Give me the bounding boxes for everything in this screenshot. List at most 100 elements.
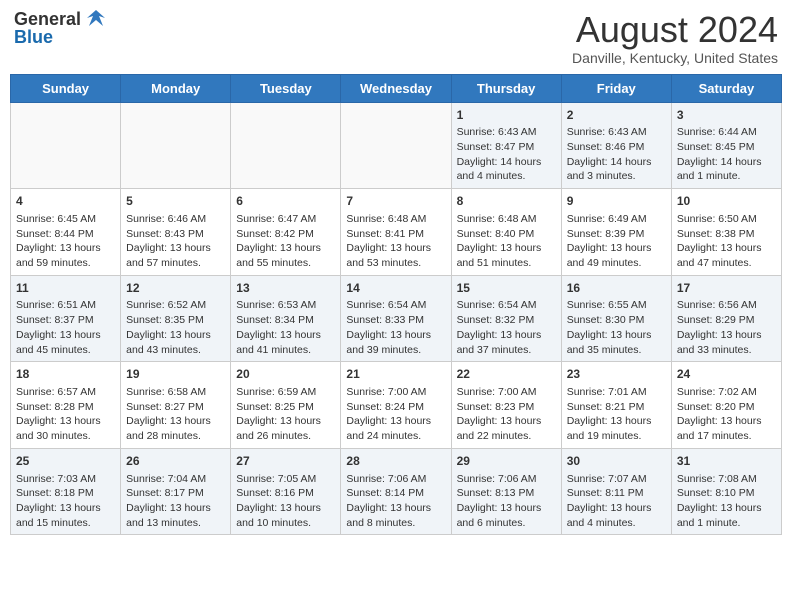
calendar-cell: 25Sunrise: 7:03 AMSunset: 8:18 PMDayligh… xyxy=(11,448,121,535)
calendar-cell: 1Sunrise: 6:43 AMSunset: 8:47 PMDaylight… xyxy=(451,102,561,189)
calendar-cell: 4 Sunrise: 6:45 AMSunset: 8:44 PMDaylight… xyxy=(11,189,121,276)
day-number: 21 xyxy=(346,366,445,383)
day-info: Sunset: 8:25 PM xyxy=(236,400,335,415)
day-info: Sunset: 8:39 PM xyxy=(567,227,666,242)
calendar-cell: 9Sunrise: 6:49 AMSunset: 8:39 PMDaylight… xyxy=(561,189,671,276)
day-number: 4 xyxy=(16,193,115,210)
day-info: Sunrise: 6:44 AM xyxy=(677,125,776,140)
day-number: 7 xyxy=(346,193,445,210)
day-info: Sunrise: 6:47 AM xyxy=(236,212,335,227)
day-info: Sunrise: 6:49 AM xyxy=(567,212,666,227)
day-info: Sunset: 8:10 PM xyxy=(677,486,776,501)
day-info: Sunset: 8:17 PM xyxy=(126,486,225,501)
calendar-cell: 7Sunrise: 6:48 AMSunset: 8:41 PMDaylight… xyxy=(341,189,451,276)
logo-bird-icon xyxy=(85,8,107,30)
day-info: Sunset: 8:21 PM xyxy=(567,400,666,415)
day-info: Sunset: 8:23 PM xyxy=(457,400,556,415)
day-info: Daylight: 13 hours and 43 minutes. xyxy=(126,328,225,357)
day-info: Sunrise: 7:01 AM xyxy=(567,385,666,400)
day-info: Daylight: 13 hours and 30 minutes. xyxy=(16,414,115,443)
day-number: 1 xyxy=(457,107,556,124)
day-number: 12 xyxy=(126,280,225,297)
day-info: Daylight: 13 hours and 53 minutes. xyxy=(346,241,445,270)
calendar-cell: 12Sunrise: 6:52 AMSunset: 8:35 PMDayligh… xyxy=(121,275,231,362)
day-number: 31 xyxy=(677,453,776,470)
day-info: Sunrise: 6:56 AM xyxy=(677,298,776,313)
day-info: Daylight: 13 hours and 10 minutes. xyxy=(236,501,335,530)
day-number: 28 xyxy=(346,453,445,470)
day-info: Daylight: 13 hours and 24 minutes. xyxy=(346,414,445,443)
calendar-cell: 11Sunrise: 6:51 AMSunset: 8:37 PMDayligh… xyxy=(11,275,121,362)
calendar-cell: 24Sunrise: 7:02 AMSunset: 8:20 PMDayligh… xyxy=(671,362,781,449)
day-number: 20 xyxy=(236,366,335,383)
calendar-cell: 10Sunrise: 6:50 AMSunset: 8:38 PMDayligh… xyxy=(671,189,781,276)
calendar-cell: 31Sunrise: 7:08 AMSunset: 8:10 PMDayligh… xyxy=(671,448,781,535)
day-info: Sunset: 8:44 PM xyxy=(16,227,115,242)
day-info: Daylight: 13 hours and 6 minutes. xyxy=(457,501,556,530)
day-number: 17 xyxy=(677,280,776,297)
calendar-cell: 8Sunrise: 6:48 AMSunset: 8:40 PMDaylight… xyxy=(451,189,561,276)
day-info: Sunset: 8:45 PM xyxy=(677,140,776,155)
day-info: Daylight: 13 hours and 37 minutes. xyxy=(457,328,556,357)
day-info: Daylight: 13 hours and 41 minutes. xyxy=(236,328,335,357)
day-number: 23 xyxy=(567,366,666,383)
calendar-header-row: SundayMondayTuesdayWednesdayThursdayFrid… xyxy=(11,74,782,102)
calendar-cell: 5Sunrise: 6:46 AMSunset: 8:43 PMDaylight… xyxy=(121,189,231,276)
day-info: Sunrise: 6:53 AM xyxy=(236,298,335,313)
calendar-cell: 16Sunrise: 6:55 AMSunset: 8:30 PMDayligh… xyxy=(561,275,671,362)
calendar-cell: 14Sunrise: 6:54 AMSunset: 8:33 PMDayligh… xyxy=(341,275,451,362)
day-info: Sunrise: 7:07 AM xyxy=(567,472,666,487)
weekday-header-friday: Friday xyxy=(561,74,671,102)
day-info: Sunset: 8:20 PM xyxy=(677,400,776,415)
day-info: Daylight: 13 hours and 49 minutes. xyxy=(567,241,666,270)
day-info: Sunrise: 7:03 AM xyxy=(16,472,115,487)
day-info: Sunrise: 7:06 AM xyxy=(457,472,556,487)
day-info: Daylight: 13 hours and 26 minutes. xyxy=(236,414,335,443)
day-number: 16 xyxy=(567,280,666,297)
day-info: Sunrise: 7:04 AM xyxy=(126,472,225,487)
day-info: Sunset: 8:38 PM xyxy=(677,227,776,242)
calendar-cell: 23Sunrise: 7:01 AMSunset: 8:21 PMDayligh… xyxy=(561,362,671,449)
day-info: Sunset: 8:35 PM xyxy=(126,313,225,328)
page-subtitle: Danville, Kentucky, United States xyxy=(572,50,778,66)
day-info: Sunset: 8:41 PM xyxy=(346,227,445,242)
day-info: Sunset: 8:30 PM xyxy=(567,313,666,328)
calendar-cell: 3Sunrise: 6:44 AMSunset: 8:45 PMDaylight… xyxy=(671,102,781,189)
day-info: Daylight: 13 hours and 8 minutes. xyxy=(346,501,445,530)
page-title: August 2024 xyxy=(572,10,778,50)
day-info: Sunrise: 6:52 AM xyxy=(126,298,225,313)
day-info: Daylight: 13 hours and 35 minutes. xyxy=(567,328,666,357)
day-info: Sunrise: 6:58 AM xyxy=(126,385,225,400)
day-number: 18 xyxy=(16,366,115,383)
day-info: Sunrise: 6:57 AM xyxy=(16,385,115,400)
day-info: Sunset: 8:14 PM xyxy=(346,486,445,501)
day-info: Sunrise: 6:43 AM xyxy=(567,125,666,140)
day-number: 19 xyxy=(126,366,225,383)
day-info: Daylight: 13 hours and 51 minutes. xyxy=(457,241,556,270)
calendar-cell: 29Sunrise: 7:06 AMSunset: 8:13 PMDayligh… xyxy=(451,448,561,535)
day-info: Sunrise: 7:08 AM xyxy=(677,472,776,487)
day-info: Sunrise: 7:02 AM xyxy=(677,385,776,400)
day-info: Daylight: 13 hours and 47 minutes. xyxy=(677,241,776,270)
day-info: Daylight: 13 hours and 59 minutes. xyxy=(16,241,115,270)
day-info: Sunset: 8:13 PM xyxy=(457,486,556,501)
calendar-cell: 17Sunrise: 6:56 AMSunset: 8:29 PMDayligh… xyxy=(671,275,781,362)
day-info: Sunrise: 6:45 AM xyxy=(16,212,115,227)
day-number: 3 xyxy=(677,107,776,124)
day-number: 22 xyxy=(457,366,556,383)
calendar-week-5: 25Sunrise: 7:03 AMSunset: 8:18 PMDayligh… xyxy=(11,448,782,535)
calendar-cell: 15Sunrise: 6:54 AMSunset: 8:32 PMDayligh… xyxy=(451,275,561,362)
day-number: 26 xyxy=(126,453,225,470)
day-number: 8 xyxy=(457,193,556,210)
day-info: Daylight: 13 hours and 55 minutes. xyxy=(236,241,335,270)
day-info: Daylight: 13 hours and 45 minutes. xyxy=(16,328,115,357)
day-info: Sunset: 8:42 PM xyxy=(236,227,335,242)
calendar-cell: 30Sunrise: 7:07 AMSunset: 8:11 PMDayligh… xyxy=(561,448,671,535)
weekday-header-sunday: Sunday xyxy=(11,74,121,102)
day-info: Sunset: 8:11 PM xyxy=(567,486,666,501)
day-info: Sunrise: 7:00 AM xyxy=(346,385,445,400)
calendar-table: SundayMondayTuesdayWednesdayThursdayFrid… xyxy=(10,74,782,536)
day-info: Sunrise: 7:06 AM xyxy=(346,472,445,487)
day-info: Daylight: 14 hours and 3 minutes. xyxy=(567,155,666,184)
calendar-cell xyxy=(231,102,341,189)
